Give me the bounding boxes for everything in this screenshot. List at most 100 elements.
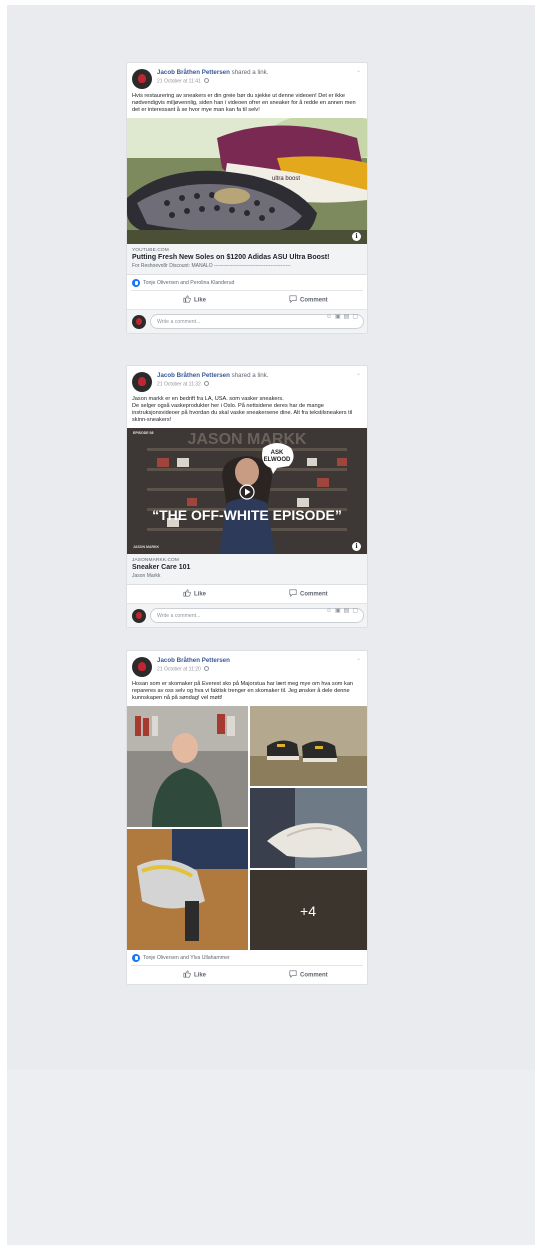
post-action: shared a link.	[231, 69, 269, 76]
comment-attachment-icons: ☺▣▤▢	[326, 313, 361, 320]
comment-icon	[289, 589, 297, 597]
link-preview[interactable]: JASONMARKK.COM Sneaker Care 101 Jason Ma…	[127, 554, 367, 585]
link-description: For Reshoevn8r Discount: MANALO --------…	[132, 263, 291, 269]
reactions-bar[interactable]: Tonje Oliversen and Perolina Klanderud	[131, 275, 363, 291]
link-preview-image[interactable]: ultra boost i	[127, 118, 367, 244]
commenter-avatar	[132, 315, 146, 329]
photo-2	[250, 706, 367, 786]
post-header: Jacob Bråthen Pettersen shared a link. 2…	[127, 366, 367, 396]
reaction-names[interactable]: Tonje Oliversen and Perolina Klanderud	[143, 280, 234, 286]
post-text: Hvis restaurering av sneakers er din gre…	[127, 93, 367, 118]
chevron-down-icon[interactable]: ⌄	[356, 67, 361, 74]
author-name[interactable]: Jacob Bråthen Pettersen	[157, 372, 230, 379]
chevron-down-icon[interactable]: ⌄	[356, 655, 361, 662]
comment-icon	[289, 295, 297, 303]
video-bg-title: JASON MARKK	[187, 431, 307, 448]
comment-button[interactable]: Comment	[289, 970, 328, 979]
link-description: Jason Markk	[132, 573, 161, 579]
author-name[interactable]: Jacob Bråthen Pettersen	[157, 657, 230, 664]
shoe-brand-text: ultra boost	[272, 176, 300, 182]
photo-3	[250, 788, 367, 868]
post-actions: Like Comment	[131, 966, 363, 984]
like-button[interactable]: Like	[183, 970, 206, 979]
more-photos-count: +4	[300, 903, 316, 919]
post-header: Jacob Bråthen Pettersen shared a link. 2…	[127, 63, 367, 93]
like-reaction-icon	[132, 954, 140, 962]
post-actions: Like Comment	[131, 585, 363, 603]
photo-4	[127, 829, 248, 950]
post-text: Hosan som er skomaker på Everest sko på …	[127, 681, 367, 706]
badge-line1: ASK	[271, 450, 284, 456]
like-button[interactable]: Like	[183, 589, 206, 598]
sticker-icon[interactable]: ▢	[352, 608, 361, 614]
feed-bottom-area	[7, 1070, 535, 1245]
author-name[interactable]: Jacob Bråthen Pettersen	[157, 69, 230, 76]
photo-5: +4	[250, 870, 367, 950]
author-avatar[interactable]	[132, 372, 152, 392]
like-reaction-icon	[132, 279, 140, 287]
reaction-names[interactable]: Tonje Oliversen and Ylva Ullahammer	[143, 955, 230, 961]
post-author-line: Jacob Bråthen Pettersen shared a link.	[157, 372, 268, 380]
sneaker-photo: ultra boost	[127, 118, 367, 244]
thumbs-up-icon	[183, 589, 191, 597]
comment-label: Comment	[300, 972, 328, 979]
feed-post: Jacob Bråthen Pettersen shared a link. 2…	[126, 62, 368, 334]
corner-logo: JASON MARKK	[133, 545, 160, 549]
comment-icon	[289, 970, 297, 978]
news-feed: Jacob Bråthen Pettersen shared a link. 2…	[7, 5, 535, 1245]
emoji-icon[interactable]: ☺	[326, 314, 335, 320]
post-text-content: Jason markk er en bedrift fra LA, USA. s…	[132, 396, 353, 423]
comment-composer: Write a comment... ☺▣▤▢	[127, 309, 367, 333]
post-time-row: 21 October at 11:41	[157, 78, 209, 85]
post-timestamp[interactable]: 21 October at 11:20	[157, 667, 201, 673]
info-icon[interactable]: i	[352, 232, 361, 241]
photo-grid-images: +4	[127, 706, 367, 950]
post-action: shared a link.	[231, 372, 269, 379]
link-title[interactable]: Sneaker Care 101	[132, 564, 362, 571]
photo-grid: +4	[127, 706, 367, 950]
post-timestamp[interactable]: 21 October at 11:41	[157, 79, 201, 85]
photo-1	[127, 706, 248, 827]
post-time-row: 21 October at 11:32	[157, 381, 209, 388]
sticker-icon[interactable]: ▢	[352, 314, 361, 320]
comment-label: Comment	[300, 297, 328, 304]
badge-line2: ELWOOD	[264, 457, 291, 463]
episode-tag: EPISODE 08	[133, 431, 153, 435]
camera-icon[interactable]: ▣	[335, 314, 344, 320]
like-button[interactable]: Like	[183, 295, 206, 304]
globe-icon	[203, 381, 209, 386]
info-icon[interactable]: i	[352, 542, 361, 551]
comment-attachment-icons: ☺▣▤▢	[326, 607, 361, 614]
video-headline: “THE OFF-WHITE EPISODE”	[152, 507, 342, 523]
thumbs-up-icon	[183, 295, 191, 303]
post-header: Jacob Bråthen Pettersen 21 October at 11…	[127, 651, 367, 681]
video-thumbnail: JASON MARKK EPISODE 08 ASK ELWOOD “THE O…	[127, 428, 367, 554]
post-timestamp[interactable]: 21 October at 11:32	[157, 382, 201, 388]
comment-button[interactable]: Comment	[289, 295, 328, 304]
post-actions: Like Comment	[131, 291, 363, 309]
comment-button[interactable]: Comment	[289, 589, 328, 598]
feed-post: Jacob Bråthen Pettersen 21 October at 11…	[126, 650, 368, 985]
author-avatar[interactable]	[132, 657, 152, 677]
thumbs-up-icon	[183, 970, 191, 978]
author-avatar[interactable]	[132, 69, 152, 89]
like-label: Like	[194, 297, 207, 304]
globe-icon	[203, 78, 209, 83]
feed-post: Jacob Bråthen Pettersen shared a link. 2…	[126, 365, 368, 628]
reactions-bar[interactable]: Tonje Oliversen and Ylva Ullahammer	[131, 950, 363, 966]
video-preview[interactable]: JASON MARKK EPISODE 08 ASK ELWOOD “THE O…	[127, 428, 367, 554]
post-author-line: Jacob Bråthen Pettersen shared a link.	[157, 69, 268, 77]
like-label: Like	[194, 972, 207, 979]
post-author-line: Jacob Bråthen Pettersen	[157, 657, 230, 665]
globe-icon	[203, 666, 209, 671]
link-title[interactable]: Putting Fresh New Soles on $1200 Adidas …	[132, 254, 362, 261]
emoji-icon[interactable]: ☺	[326, 608, 335, 614]
camera-icon[interactable]: ▣	[335, 608, 344, 614]
post-text: Jason markk er en bedrift fra LA, USA. s…	[127, 396, 367, 428]
comment-composer: Write a comment... ☺▣▤▢	[127, 603, 367, 627]
chevron-down-icon[interactable]: ⌄	[356, 370, 361, 377]
link-domain: JASONMARKK.COM	[132, 558, 179, 563]
post-text-content: Hosan som er skomaker på Everest sko på …	[132, 681, 354, 701]
link-preview[interactable]: YOUTUBE.COM Putting Fresh New Soles on $…	[127, 244, 367, 275]
post-time-row: 21 October at 11:20	[157, 666, 209, 673]
